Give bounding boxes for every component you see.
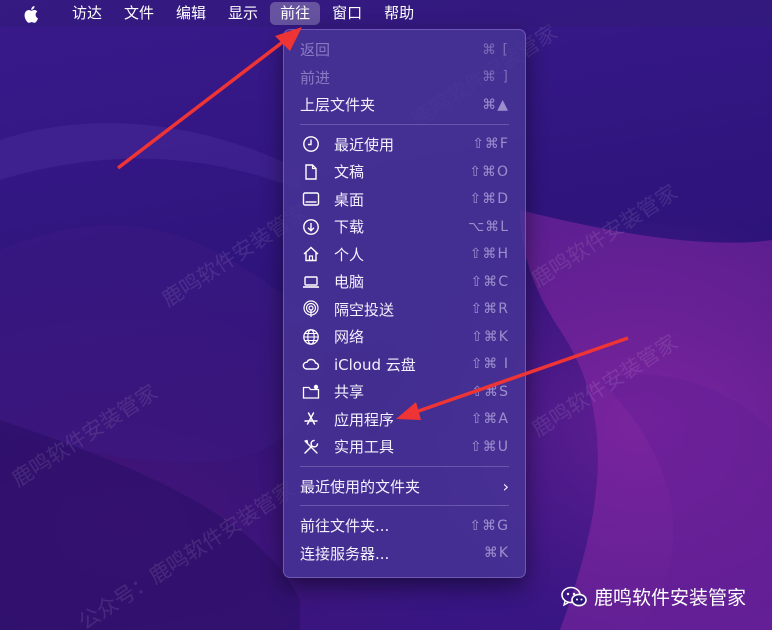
wechat-brand: 鹿鸣软件安装管家 — [560, 583, 746, 610]
annotation-arrows — [116, 27, 629, 420]
arrow-to-applications — [396, 336, 629, 420]
arrow-to-go-menu — [116, 27, 302, 170]
brand-text: 鹿鸣软件安装管家 — [594, 587, 747, 609]
wechat-icon — [561, 586, 587, 606]
